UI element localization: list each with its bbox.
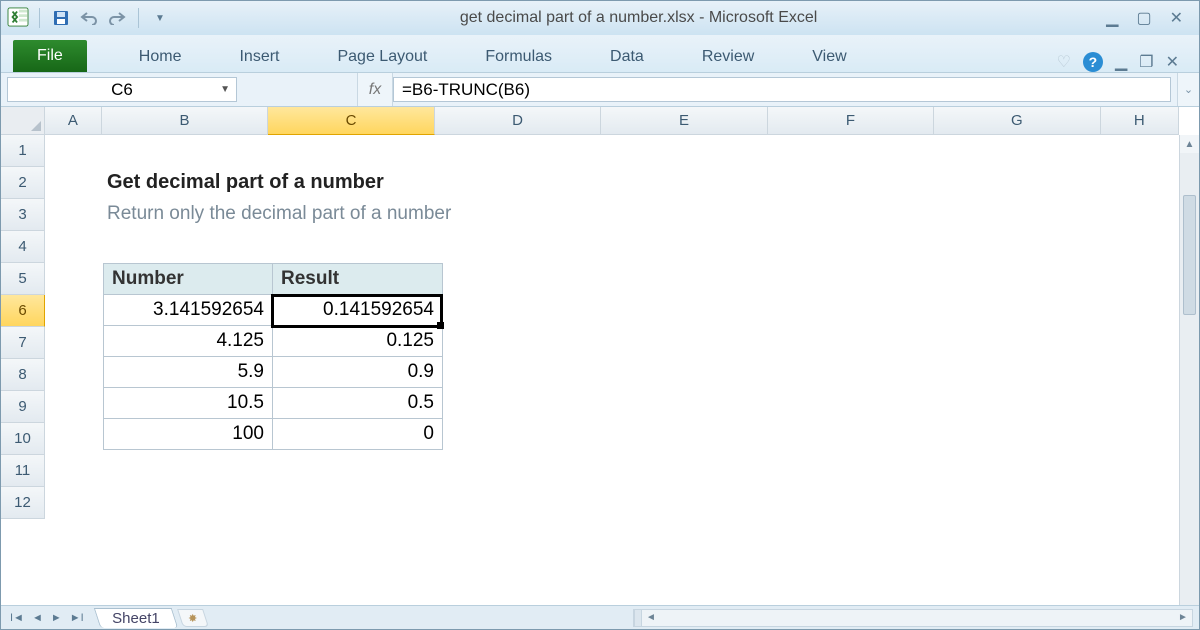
header-result: Result bbox=[273, 264, 442, 294]
new-sheet-button[interactable]: ✸ bbox=[177, 609, 209, 627]
row-header-3[interactable]: 3 bbox=[1, 199, 45, 231]
row-header-5[interactable]: 5 bbox=[1, 263, 45, 295]
save-button[interactable] bbox=[50, 7, 72, 29]
cell-B7[interactable]: 4.125 bbox=[104, 326, 273, 356]
customize-qat-button[interactable]: ▼ bbox=[149, 7, 171, 29]
formula-input[interactable]: =B6-TRUNC(B6) bbox=[393, 77, 1171, 102]
chevron-down-icon[interactable]: ▼ bbox=[220, 84, 230, 95]
row-header-4[interactable]: 4 bbox=[1, 231, 45, 263]
ribbon-close-button[interactable]: ✕ bbox=[1166, 52, 1179, 72]
scroll-left-arrow[interactable]: ◄ bbox=[642, 612, 660, 623]
name-box[interactable]: C6 ▼ bbox=[7, 77, 237, 102]
row-header-2[interactable]: 2 bbox=[1, 167, 45, 199]
table-row: 3.141592654 0.141592654 bbox=[104, 294, 442, 325]
tab-formulas[interactable]: Formulas bbox=[471, 42, 566, 72]
table-row: 4.125 0.125 bbox=[104, 325, 442, 356]
horizontal-scrollbar[interactable]: ◄ ► bbox=[633, 609, 1193, 627]
sheet-nav-prev[interactable]: ◄ bbox=[29, 612, 46, 624]
window-controls: ▁ ▢ ✕ bbox=[1106, 8, 1193, 28]
redo-button[interactable] bbox=[106, 7, 128, 29]
tab-review[interactable]: Review bbox=[688, 42, 768, 72]
window-title: get decimal part of a number.xlsx - Micr… bbox=[171, 9, 1106, 27]
col-header-G[interactable]: G bbox=[934, 107, 1100, 135]
cell-C6[interactable]: 0.141592654 bbox=[273, 295, 442, 325]
row-header-9[interactable]: 9 bbox=[1, 391, 45, 423]
cell-B6[interactable]: 3.141592654 bbox=[104, 295, 273, 325]
row-header-12[interactable]: 12 bbox=[1, 487, 45, 519]
fx-button[interactable]: fx bbox=[357, 73, 393, 106]
ribbon-tabs: File Home Insert Page Layout Formulas Da… bbox=[1, 35, 1199, 73]
scroll-thumb[interactable] bbox=[1183, 195, 1196, 315]
qat-divider-2 bbox=[138, 8, 139, 28]
col-header-D[interactable]: D bbox=[435, 107, 601, 135]
table-header: Number Result bbox=[104, 264, 442, 294]
col-header-H[interactable]: H bbox=[1101, 107, 1179, 135]
cell-C10[interactable]: 0 bbox=[273, 419, 442, 449]
col-header-A[interactable]: A bbox=[45, 107, 102, 135]
cell-B8[interactable]: 5.9 bbox=[104, 357, 273, 387]
formula-bar-expand[interactable]: ⌄ bbox=[1177, 73, 1199, 106]
ribbon-minimize-button[interactable]: ▁ bbox=[1115, 52, 1127, 72]
data-table: Number Result 3.141592654 0.141592654 4.… bbox=[103, 263, 443, 450]
tab-insert[interactable]: Insert bbox=[225, 42, 293, 72]
scroll-right-arrow[interactable]: ► bbox=[1174, 612, 1192, 623]
split-handle[interactable] bbox=[634, 610, 642, 626]
new-sheet-icon: ✸ bbox=[189, 611, 198, 624]
row-header-11[interactable]: 11 bbox=[1, 455, 45, 487]
column-headers: A B C D E F G H bbox=[45, 107, 1179, 135]
cell-B9[interactable]: 10.5 bbox=[104, 388, 273, 418]
sheet-nav-next[interactable]: ► bbox=[48, 612, 65, 624]
cells-area[interactable]: Get decimal part of a number Return only… bbox=[45, 135, 1179, 605]
table-row: 100 0 bbox=[104, 418, 442, 449]
close-button[interactable]: ✕ bbox=[1170, 8, 1183, 28]
worksheet-grid: A B C D E F G H 1 2 3 4 5 6 7 8 9 10 11 … bbox=[1, 107, 1199, 605]
file-tab[interactable]: File bbox=[13, 40, 87, 72]
undo-button[interactable] bbox=[78, 7, 100, 29]
col-header-E[interactable]: E bbox=[601, 107, 767, 135]
table-row: 5.9 0.9 bbox=[104, 356, 442, 387]
row-header-8[interactable]: 8 bbox=[1, 359, 45, 391]
help-icon[interactable]: ? bbox=[1083, 52, 1103, 72]
col-header-C[interactable]: C bbox=[268, 107, 434, 135]
col-header-B[interactable]: B bbox=[102, 107, 268, 135]
row-header-10[interactable]: 10 bbox=[1, 423, 45, 455]
table-row: 10.5 0.5 bbox=[104, 387, 442, 418]
vertical-scrollbar[interactable]: ▲ bbox=[1179, 135, 1199, 605]
cell-B10[interactable]: 100 bbox=[104, 419, 273, 449]
row-headers: 1 2 3 4 5 6 7 8 9 10 11 12 bbox=[1, 135, 45, 605]
sheet-subtitle: Return only the decimal part of a number bbox=[107, 203, 451, 225]
excel-window: ▼ get decimal part of a number.xlsx - Mi… bbox=[0, 0, 1200, 630]
tab-page-layout[interactable]: Page Layout bbox=[323, 42, 441, 72]
select-all-corner[interactable] bbox=[1, 107, 45, 135]
sheet-tab-bar: I◄ ◄ ► ►I Sheet1 ✸ ◄ ► bbox=[1, 605, 1199, 629]
col-header-F[interactable]: F bbox=[768, 107, 934, 135]
tab-home[interactable]: Home bbox=[125, 42, 196, 72]
title-bar: ▼ get decimal part of a number.xlsx - Mi… bbox=[1, 1, 1199, 35]
row-header-6[interactable]: 6 bbox=[1, 295, 45, 327]
tab-view[interactable]: View bbox=[798, 42, 860, 72]
tab-data[interactable]: Data bbox=[596, 42, 658, 72]
scroll-up-arrow[interactable]: ▲ bbox=[1180, 135, 1199, 153]
ribbon-restore-button[interactable]: ❐ bbox=[1139, 52, 1153, 72]
name-box-value: C6 bbox=[111, 80, 133, 100]
cell-C9[interactable]: 0.5 bbox=[273, 388, 442, 418]
formula-text: =B6-TRUNC(B6) bbox=[402, 80, 530, 100]
excel-app-icon bbox=[7, 7, 29, 30]
favorite-icon[interactable]: ♡ bbox=[1057, 52, 1071, 72]
maximize-button[interactable]: ▢ bbox=[1136, 8, 1151, 28]
cell-C7[interactable]: 0.125 bbox=[273, 326, 442, 356]
sheet-nav: I◄ ◄ ► ►I bbox=[1, 612, 93, 624]
row-header-1[interactable]: 1 bbox=[1, 135, 45, 167]
quick-access-toolbar: ▼ bbox=[7, 7, 171, 30]
cell-C8[interactable]: 0.9 bbox=[273, 357, 442, 387]
sheet-tab-sheet1[interactable]: Sheet1 bbox=[93, 608, 177, 628]
minimize-button[interactable]: ▁ bbox=[1106, 8, 1118, 28]
qat-divider bbox=[39, 8, 40, 28]
formula-bar: C6 ▼ fx =B6-TRUNC(B6) ⌄ bbox=[1, 73, 1199, 107]
sheet-title: Get decimal part of a number bbox=[107, 171, 384, 194]
sheet-nav-last[interactable]: ►I bbox=[67, 612, 87, 624]
header-number: Number bbox=[104, 264, 273, 294]
sheet-nav-first[interactable]: I◄ bbox=[7, 612, 27, 624]
row-header-7[interactable]: 7 bbox=[1, 327, 45, 359]
